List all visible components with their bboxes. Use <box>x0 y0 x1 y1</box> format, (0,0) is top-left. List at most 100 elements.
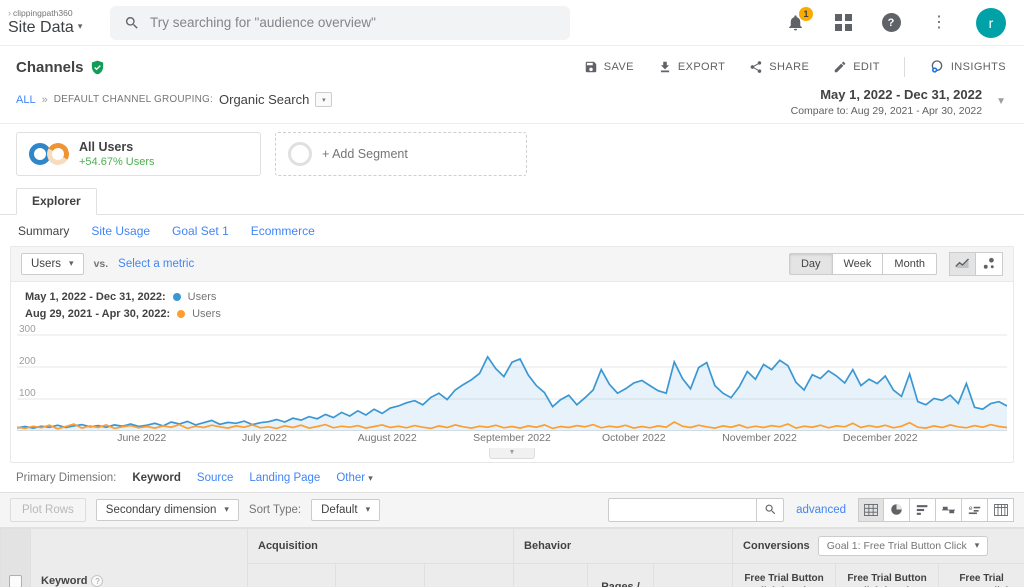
advanced-search-link[interactable]: advanced <box>796 504 846 516</box>
graph-controls: Users ▾ vs. Select a metric Day Week Mon… <box>11 247 1013 282</box>
chart-collapse-button[interactable]: ▼ <box>489 448 535 459</box>
legend-row-primary: May 1, 2022 - Dec 31, 2022: Users <box>25 291 999 303</box>
column-header-bounce-rate[interactable]: Bounce Rate? <box>514 563 588 587</box>
channel-grouping-selector[interactable]: ▾ <box>315 92 332 107</box>
table-search-button[interactable] <box>756 498 784 522</box>
insights-button[interactable]: INSIGHTS <box>929 59 1006 75</box>
motion-chart-view-button[interactable] <box>976 252 1003 276</box>
dimension-source[interactable]: Source <box>197 472 233 484</box>
report-header: Channels SAVE EXPORT SHARE EDIT INSIGHTS <box>0 46 1024 84</box>
column-header-users[interactable]: Users?↓ <box>248 563 336 587</box>
explorer-tab-bar: Explorer <box>0 188 1024 215</box>
kebab-icon: ⋮ <box>931 15 947 31</box>
segment-donut-icon <box>29 143 69 165</box>
performance-view-button[interactable] <box>910 498 936 522</box>
column-header-new-users[interactable]: New Users? <box>336 563 425 587</box>
global-search[interactable] <box>110 6 570 40</box>
column-header-pages-session[interactable]: Pages / Session? <box>588 563 654 587</box>
y-tick-label: 200 <box>19 356 36 367</box>
property-name: Site Data <box>8 19 74 37</box>
group-header-behavior: Behavior <box>514 528 733 563</box>
notifications-button[interactable]: 1 <box>784 12 806 34</box>
search-icon <box>764 503 777 516</box>
tab-explorer[interactable]: Explorer <box>16 188 97 215</box>
insights-icon <box>929 59 945 75</box>
timeseries-chart: 100200300 June 2022July 2022August 2022S… <box>11 327 1013 459</box>
line-chart-view-button[interactable] <box>949 252 976 276</box>
avatar[interactable]: r <box>976 8 1006 38</box>
dimension-other[interactable]: Other ▾ <box>336 472 373 484</box>
dimension-landing-page[interactable]: Landing Page <box>249 472 320 484</box>
save-button[interactable]: SAVE <box>584 60 634 74</box>
percentage-view-button[interactable] <box>884 498 910 522</box>
breadcrumb-all-link[interactable]: ALL <box>16 94 36 106</box>
chevron-down-icon: ▾ <box>975 540 980 551</box>
column-header-goal-value[interactable]: Free Trial Button Click (Goal 1 Value)? <box>939 563 1024 587</box>
granularity-month[interactable]: Month <box>883 253 937 275</box>
add-segment-button[interactable]: + Add Segment <box>275 132 527 176</box>
column-header-goal-conversion-rate[interactable]: Free Trial Button Click (Goal 1 Conversi… <box>733 563 836 587</box>
dimension-keyword[interactable]: Keyword <box>132 472 181 484</box>
overflow-menu-button[interactable]: ⋮ <box>928 12 950 34</box>
search-input[interactable] <box>150 15 556 30</box>
segments-row: All Users +54.67% Users + Add Segment <box>0 124 1024 186</box>
table-view-icon <box>864 504 878 516</box>
help-icon[interactable]: ? <box>91 575 103 587</box>
export-button[interactable]: EXPORT <box>658 60 725 74</box>
keyword-column-header[interactable]: Keyword? <box>31 528 248 587</box>
select-metric-link[interactable]: Select a metric <box>118 258 194 270</box>
granularity-day[interactable]: Day <box>789 253 833 275</box>
legend-row-compare: Aug 29, 2021 - Apr 30, 2022: Users <box>25 308 999 320</box>
segment-all-users[interactable]: All Users +54.67% Users <box>16 132 261 176</box>
subtab-ecommerce[interactable]: Ecommerce <box>251 224 315 238</box>
column-header-sessions[interactable]: Sessions? <box>425 563 514 587</box>
pivot-view-button[interactable] <box>988 498 1014 522</box>
subtab-site-usage[interactable]: Site Usage <box>91 224 150 238</box>
term-cloud-icon: e <box>968 504 981 516</box>
verified-shield-icon <box>90 60 105 75</box>
apps-button[interactable] <box>832 12 854 34</box>
metric-selector[interactable]: Users ▾ <box>21 253 84 275</box>
share-button[interactable]: SHARE <box>749 60 809 74</box>
chevron-down-icon: ▾ <box>366 504 371 515</box>
line-chart-icon <box>955 257 970 270</box>
add-segment-label: + Add Segment <box>322 147 408 161</box>
breadcrumb: ALL » DEFAULT CHANNEL GROUPING: Organic … <box>16 86 332 107</box>
term-cloud-view-button[interactable]: e <box>962 498 988 522</box>
chart-legend: May 1, 2022 - Dec 31, 2022: Users Aug 29… <box>11 282 1013 327</box>
date-range-compare: Compare to: Aug 29, 2021 - Apr 30, 2022 <box>791 104 982 118</box>
y-tick-label: 300 <box>19 324 36 335</box>
sort-type-selector[interactable]: Default ▾ <box>311 499 380 521</box>
download-icon <box>658 60 672 74</box>
svg-text:e: e <box>969 505 973 512</box>
pencil-icon <box>833 60 847 74</box>
legend-dot-blue <box>173 293 181 301</box>
table-view-button[interactable] <box>858 498 884 522</box>
channel-grouping-label: DEFAULT CHANNEL GROUPING: <box>54 94 213 105</box>
x-tick-label: June 2022 <box>117 432 166 444</box>
column-header-avg-session-duration[interactable]: Avg. Session Duration? <box>654 563 733 587</box>
plot-rows-button[interactable]: Plot Rows <box>10 498 86 522</box>
help-button[interactable]: ? <box>880 12 902 34</box>
date-range-picker[interactable]: May 1, 2022 - Dec 31, 2022 Compare to: A… <box>791 86 1006 118</box>
goal-selector[interactable]: Goal 1: Free Trial Button Click ▾ <box>818 536 989 556</box>
subtab-summary[interactable]: Summary <box>18 224 69 238</box>
table-search-input[interactable] <box>608 498 756 522</box>
select-all-checkbox[interactable] <box>9 575 22 587</box>
save-icon <box>584 60 598 74</box>
group-header-acquisition: Acquisition <box>248 528 514 563</box>
x-tick-label: August 2022 <box>358 432 417 444</box>
subtab-goal-set-1[interactable]: Goal Set 1 <box>172 224 229 238</box>
pie-chart-icon <box>890 503 903 516</box>
property-switcher[interactable]: › clippingpath360 Site Data ▾ <box>8 9 108 36</box>
x-tick-label: October 2022 <box>602 432 666 444</box>
date-range-primary: May 1, 2022 - Dec 31, 2022 <box>791 86 982 104</box>
apps-grid-icon <box>835 14 852 31</box>
secondary-dimension-selector[interactable]: Secondary dimension ▾ <box>96 499 239 521</box>
granularity-week[interactable]: Week <box>833 253 884 275</box>
column-header-goal-completions[interactable]: Free Trial Button Click (Goal 1 Completi… <box>836 563 939 587</box>
table-view-switcher: e <box>858 498 1014 522</box>
edit-button[interactable]: EDIT <box>833 60 880 74</box>
chevron-down-icon: ▾ <box>368 473 373 483</box>
comparison-view-button[interactable] <box>936 498 962 522</box>
